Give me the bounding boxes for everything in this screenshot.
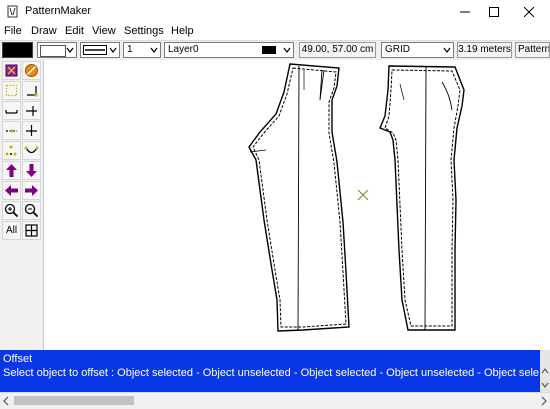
pattern-drawing <box>248 63 465 332</box>
line-weight-select[interactable]: 1 <box>123 42 161 58</box>
back-trouser-piece <box>379 65 465 331</box>
tool-points[interactable] <box>2 141 21 160</box>
menu-draw[interactable]: Draw <box>31 25 57 37</box>
menu-file[interactable]: File <box>4 25 22 37</box>
book-icon <box>5 64 18 77</box>
snap-mode-select[interactable]: GRID <box>381 42 454 58</box>
plus-icon <box>26 125 37 136</box>
horizontal-scrollbar[interactable] <box>0 392 550 409</box>
maximize-button[interactable] <box>477 0 511 24</box>
minimize-icon <box>460 11 470 13</box>
tool-move-up[interactable] <box>2 161 21 180</box>
measure-display: 3.19 meters <box>457 42 512 58</box>
status-message: Select object to offset : Object selecte… <box>3 367 539 379</box>
tool-library[interactable] <box>2 61 21 80</box>
chevron-down-icon <box>443 47 451 53</box>
chevron-up-icon <box>541 368 549 374</box>
chevron-left-icon[interactable] <box>2 396 10 406</box>
all-label: All <box>5 225 18 236</box>
chevron-right-icon[interactable] <box>540 396 548 406</box>
close-icon <box>524 7 534 17</box>
line-style-preview <box>83 45 107 55</box>
menu-edit[interactable]: Edit <box>65 25 84 37</box>
scrollbar-thumb[interactable] <box>14 396 134 405</box>
arrow-up-icon <box>6 164 17 177</box>
zoom-out-icon <box>24 203 39 218</box>
front-trouser-piece <box>248 63 350 332</box>
menu-settings[interactable]: Settings <box>124 25 164 37</box>
tool-corner[interactable] <box>22 81 41 100</box>
chevron-down-icon <box>150 47 158 53</box>
layer-select[interactable]: Layer0 <box>164 42 294 58</box>
arrow-right-icon <box>25 185 38 196</box>
tool-select-region[interactable] <box>2 81 21 100</box>
line-color-swatch[interactable] <box>2 42 33 58</box>
dotted-line-icon <box>6 129 17 133</box>
pattern-app-icon <box>7 5 18 18</box>
app-label-display: PatternMaker <box>515 42 550 58</box>
corner-icon <box>27 86 38 97</box>
tool-move-down[interactable] <box>22 161 41 180</box>
close-button[interactable] <box>512 0 546 24</box>
fill-color-select[interactable] <box>37 42 77 58</box>
line-style-select[interactable] <box>80 42 120 58</box>
chevron-down-icon <box>66 47 74 53</box>
tool-move-right[interactable] <box>22 181 41 200</box>
line-weight-value: 1 <box>127 44 133 55</box>
status-mode: Offset <box>3 353 33 365</box>
title-bar: PatternMaker <box>0 0 550 24</box>
tool-move-left[interactable] <box>2 181 21 200</box>
snap-mode-value: GRID <box>385 44 410 55</box>
line-icon <box>5 110 18 114</box>
layer-color-swatch <box>262 46 276 54</box>
tool-zoom-all[interactable]: All <box>2 221 21 240</box>
status-scrollbar[interactable] <box>540 350 550 392</box>
cursor-cross-icon <box>357 189 369 201</box>
chevron-down-icon <box>109 47 117 53</box>
tool-cross-line[interactable] <box>22 101 41 120</box>
no-symbol-icon <box>25 64 38 77</box>
arrow-down-icon <box>26 164 37 177</box>
tool-no-symbol[interactable] <box>22 61 41 80</box>
chevron-down-icon <box>283 47 291 53</box>
tool-plus[interactable] <box>22 121 41 140</box>
coordinates-display: 49.00, 57.00 cm <box>299 42 376 58</box>
layer-value: Layer0 <box>168 44 199 55</box>
dots-icon <box>5 145 17 156</box>
fill-color-preview <box>40 45 66 57</box>
menu-bar: File Draw Edit View Settings Help <box>0 24 550 40</box>
toolbar: 1 Layer0 49.00, 57.00 cm GRID 3.19 meter… <box>0 40 550 61</box>
menu-view[interactable]: View <box>92 25 116 37</box>
tool-palette: All <box>0 60 44 350</box>
menu-help[interactable]: Help <box>171 25 194 37</box>
tool-zoom-out[interactable] <box>22 201 41 220</box>
curve-icon <box>24 146 39 154</box>
window-title: PatternMaker <box>25 5 92 17</box>
cross-line-icon <box>26 106 37 116</box>
tool-curve[interactable] <box>22 141 41 160</box>
maximize-icon <box>489 7 499 17</box>
drawing-canvas[interactable] <box>44 60 550 350</box>
tool-grid[interactable] <box>22 221 41 240</box>
arrow-left-icon <box>5 185 18 196</box>
dotted-select-icon <box>5 84 18 97</box>
tool-dotted-line[interactable] <box>2 121 21 140</box>
tool-zoom-in[interactable] <box>2 201 21 220</box>
chevron-down-icon <box>541 382 549 388</box>
tool-line[interactable] <box>2 101 21 120</box>
status-panel: Offset Select object to offset : Object … <box>0 350 550 392</box>
zoom-in-icon <box>4 203 19 218</box>
grid-icon <box>25 224 38 237</box>
